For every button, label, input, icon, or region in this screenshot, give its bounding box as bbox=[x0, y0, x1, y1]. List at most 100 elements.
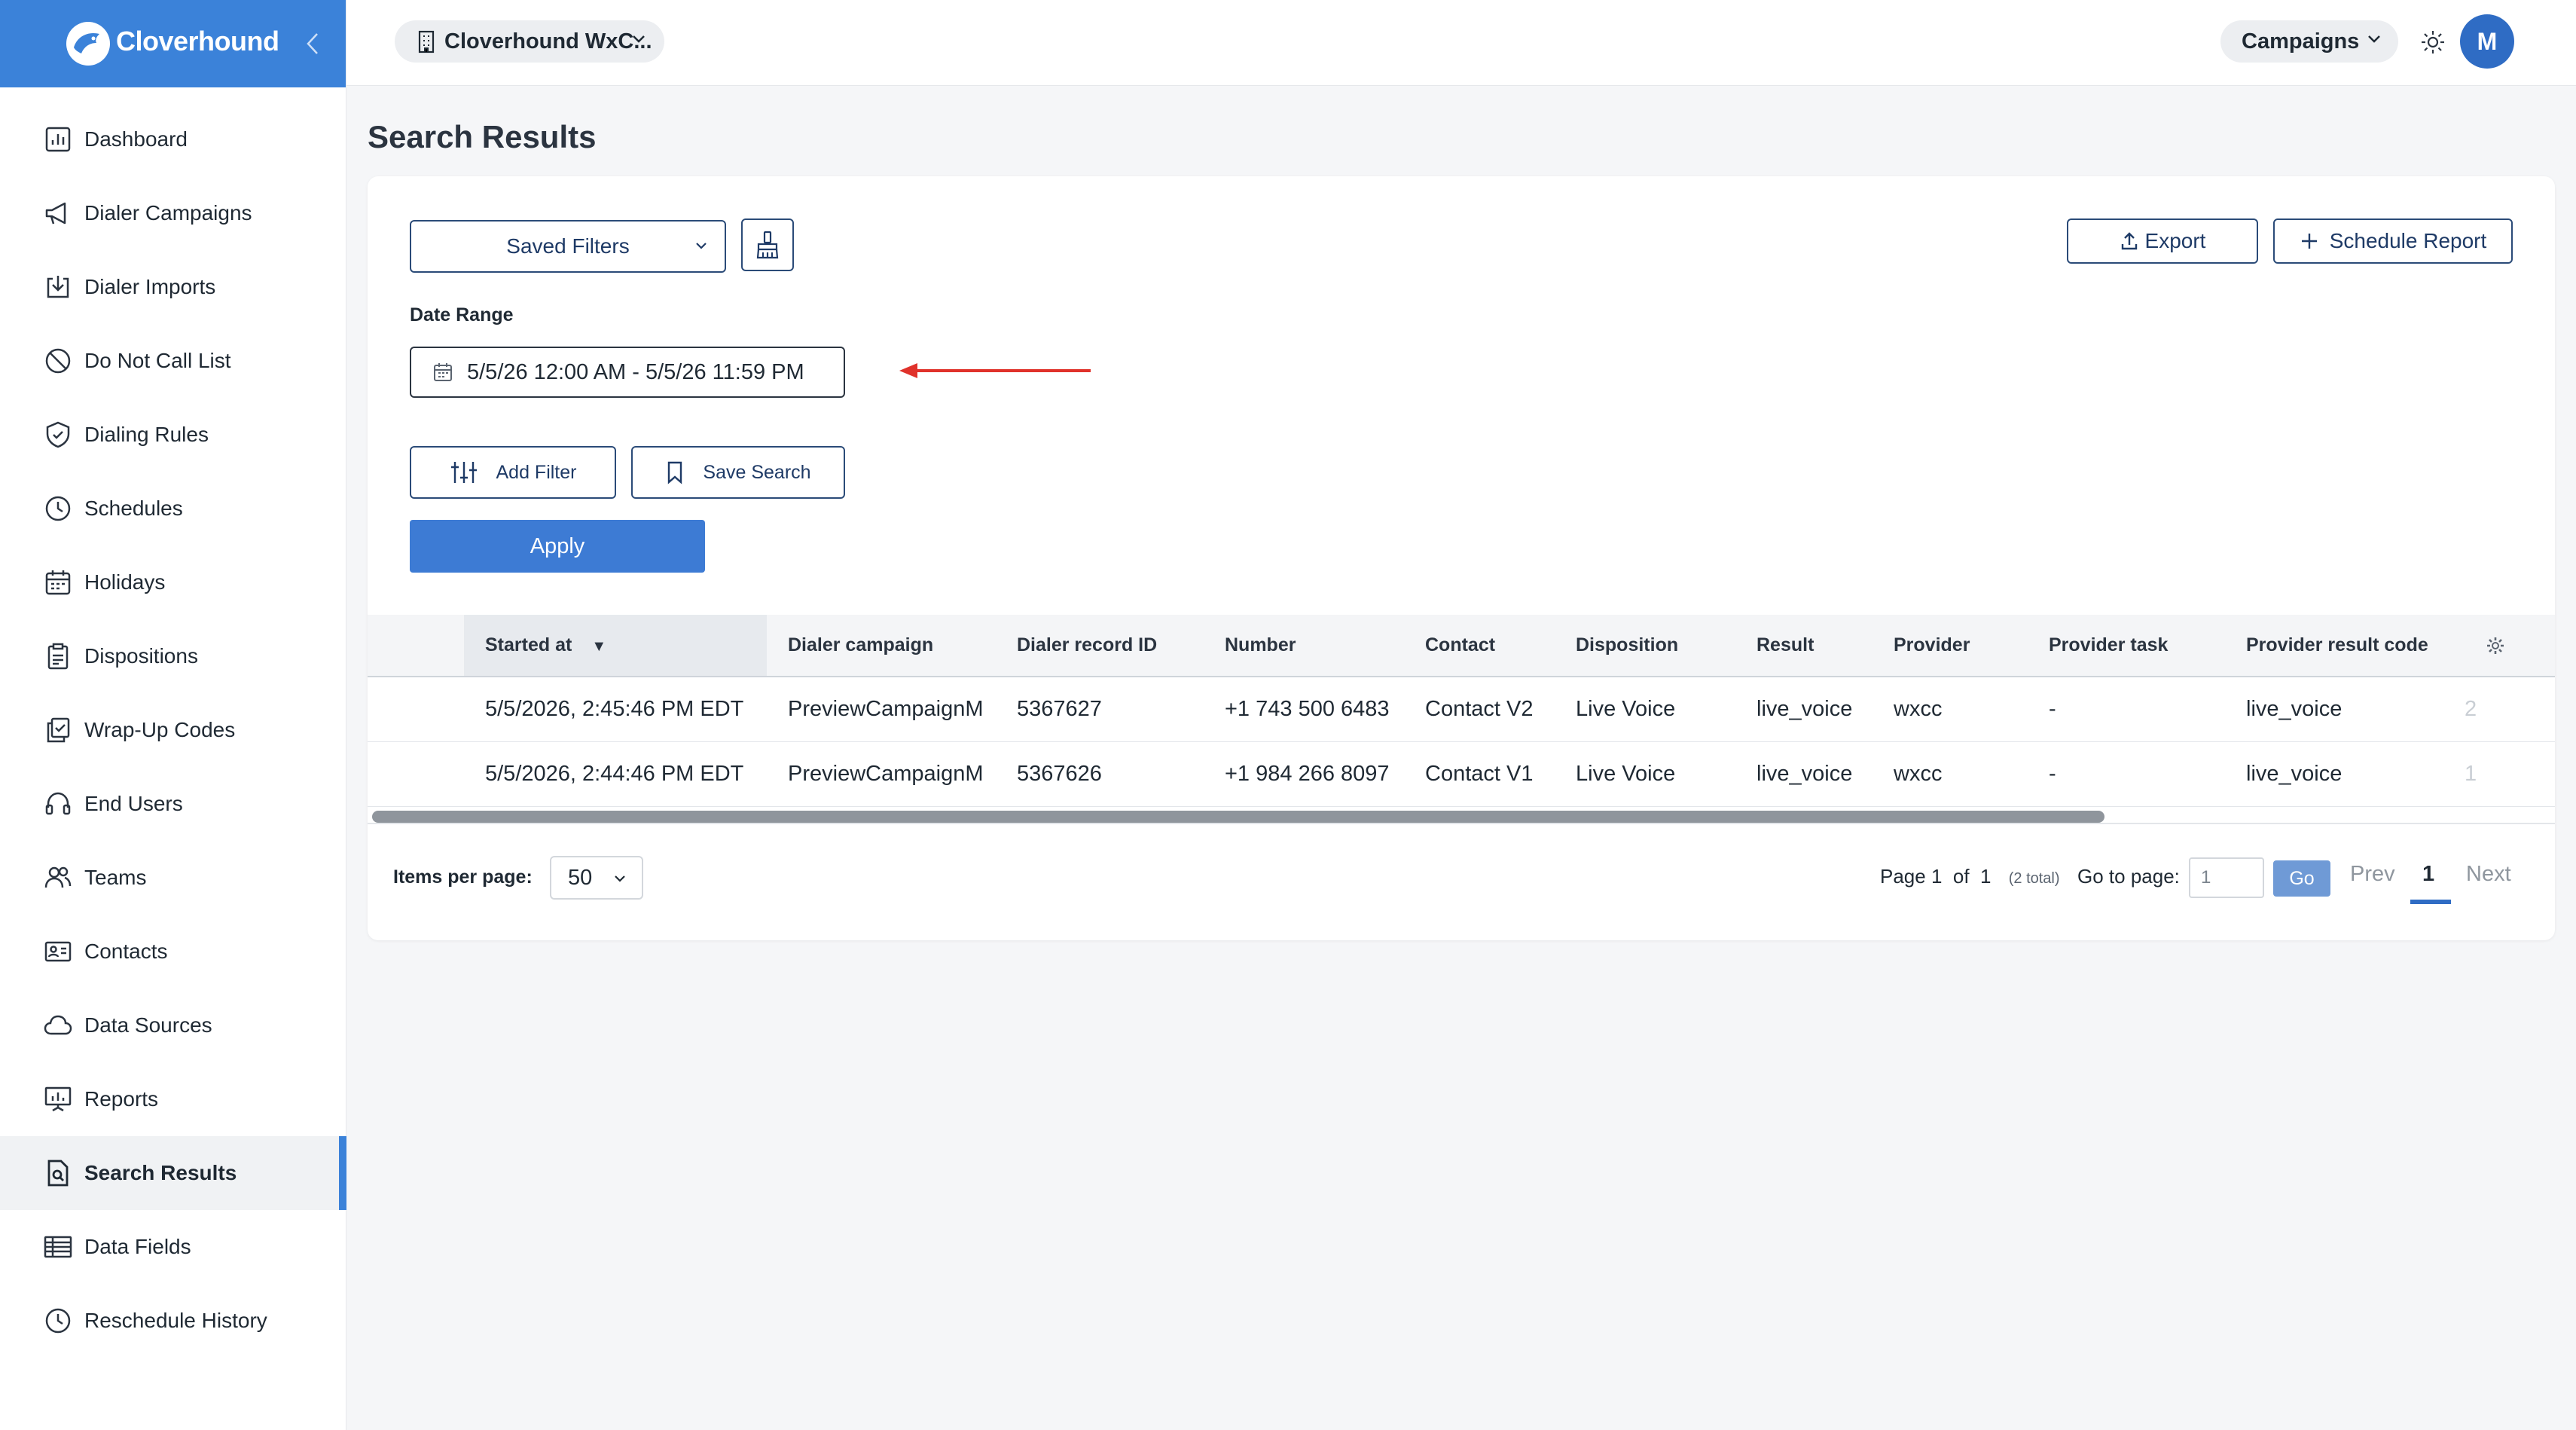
ban-icon bbox=[45, 348, 71, 374]
cell-provider-result-code: live_voice bbox=[2225, 741, 2465, 807]
column-settings[interactable] bbox=[2465, 615, 2555, 677]
table-row[interactable]: 5/5/2026, 2:45:46 PM EDT PreviewCampaign… bbox=[368, 677, 2555, 742]
go-to-page-input[interactable] bbox=[2189, 857, 2264, 898]
sidebar-item-dialer-imports[interactable]: Dialer Imports bbox=[0, 250, 346, 324]
column-header-contact[interactable]: Contact bbox=[1404, 615, 1555, 677]
bar-chart-icon bbox=[45, 127, 71, 152]
cell-disposition: Live Voice bbox=[1555, 741, 1735, 807]
prev-page-link[interactable]: Prev bbox=[2350, 862, 2395, 887]
column-header-dialer-campaign[interactable]: Dialer campaign bbox=[767, 615, 996, 677]
cell-provider: wxcc bbox=[1872, 677, 2028, 742]
column-header-disposition[interactable]: Disposition bbox=[1555, 615, 1735, 677]
horizontal-scrollbar[interactable] bbox=[372, 811, 2104, 823]
clear-filters-button[interactable] bbox=[741, 218, 794, 271]
chevron-down-icon bbox=[2368, 35, 2380, 43]
campaigns-label: Campaigns bbox=[2242, 29, 2360, 53]
clipboard-icon bbox=[47, 643, 69, 670]
column-header-provider[interactable]: Provider bbox=[1872, 615, 2028, 677]
page-number-1[interactable]: 1 bbox=[2422, 862, 2434, 887]
add-filter-button[interactable]: Add Filter bbox=[410, 446, 616, 499]
cell-truncated: 2 bbox=[2465, 677, 2555, 742]
chevron-left-icon bbox=[307, 33, 318, 54]
cloud-icon bbox=[44, 1015, 72, 1035]
go-button[interactable]: Go bbox=[2273, 860, 2330, 897]
column-header-number[interactable]: Number bbox=[1204, 615, 1404, 677]
sidebar-item-dashboard[interactable]: Dashboard bbox=[0, 102, 346, 176]
top-bar: Cloverhound WxC... Campaigns M bbox=[346, 0, 2576, 86]
shield-check-icon bbox=[46, 421, 70, 448]
sidebar-item-holidays[interactable]: Holidays bbox=[0, 545, 346, 619]
sidebar-item-end-users[interactable]: End Users bbox=[0, 767, 346, 841]
table-row[interactable]: 5/5/2026, 2:44:46 PM EDT PreviewCampaign… bbox=[368, 741, 2555, 807]
items-per-page-select[interactable]: 50 bbox=[550, 856, 643, 900]
sidebar-item-reschedule-history[interactable]: Reschedule History bbox=[0, 1284, 346, 1358]
cell-started-at: 5/5/2026, 2:44:46 PM EDT bbox=[464, 741, 767, 807]
sidebar-item-label: Dashboard bbox=[84, 127, 188, 151]
cell-result: live_voice bbox=[1735, 677, 1872, 742]
sidebar-item-label: Schedules bbox=[84, 497, 183, 520]
campaigns-menu[interactable]: Campaigns bbox=[2220, 20, 2398, 63]
organization-select[interactable]: Cloverhound WxC... bbox=[395, 20, 664, 63]
user-avatar[interactable]: M bbox=[2460, 14, 2514, 69]
cell-truncated: 1 bbox=[2465, 741, 2555, 807]
page-title: Search Results bbox=[368, 119, 597, 154]
sidebar-item-label: Search Results bbox=[84, 1161, 237, 1184]
brand-header: Cloverhound bbox=[0, 0, 346, 87]
date-range-value: 5/5/26 12:00 AM - 5/5/26 11:59 PM bbox=[467, 359, 804, 384]
sidebar-item-dispositions[interactable]: Dispositions bbox=[0, 619, 346, 693]
sidebar-item-schedules[interactable]: Schedules bbox=[0, 472, 346, 545]
chevron-down-icon bbox=[633, 35, 645, 43]
gear-icon bbox=[2487, 637, 2504, 654]
sidebar-item-label: Dialer Imports bbox=[84, 275, 216, 298]
column-header-started-at[interactable]: Started at ▼ bbox=[464, 615, 767, 677]
sidebar-item-reports[interactable]: Reports bbox=[0, 1062, 346, 1136]
sidebar-item-search-results[interactable]: Search Results bbox=[0, 1136, 346, 1210]
cell-dialer-campaign: PreviewCampaignM bbox=[767, 741, 996, 807]
column-header-dialer-record-id[interactable]: Dialer record ID bbox=[996, 615, 1204, 677]
sidebar-item-do-not-call-list[interactable]: Do Not Call List bbox=[0, 324, 346, 398]
sort-desc-icon: ▼ bbox=[591, 638, 607, 655]
calendar-icon bbox=[434, 363, 452, 381]
search-results-card: Saved Filters Export Schedule Report Dat… bbox=[368, 176, 2555, 940]
schedule-report-button[interactable]: Schedule Report bbox=[2273, 218, 2513, 264]
cell-dialer-campaign: PreviewCampaignM bbox=[767, 677, 996, 742]
sidebar-item-label: Reports bbox=[84, 1087, 159, 1111]
column-header-provider-task[interactable]: Provider task bbox=[2028, 615, 2225, 677]
current-page-indicator bbox=[2410, 900, 2451, 904]
sliders-icon bbox=[450, 462, 477, 483]
sidebar-nav: Dashboard Dialer Campaigns Dialer Import… bbox=[0, 102, 346, 1358]
collapse-sidebar-button[interactable] bbox=[301, 27, 324, 60]
sidebar-item-data-fields[interactable]: Data Fields bbox=[0, 1210, 346, 1284]
results-table-wrapper: Started at ▼ Dialer campaign Dialer recor… bbox=[368, 615, 2555, 807]
column-header-result[interactable]: Result bbox=[1735, 615, 1872, 677]
presentation-chart-icon bbox=[44, 1086, 72, 1112]
cell-contact: Contact V2 bbox=[1404, 677, 1555, 742]
table-header-row: Started at ▼ Dialer campaign Dialer recor… bbox=[368, 615, 2555, 677]
column-header-provider-result-code[interactable]: Provider result code bbox=[2225, 615, 2465, 677]
cell-provider: wxcc bbox=[1872, 741, 2028, 807]
next-page-link[interactable]: Next bbox=[2466, 862, 2511, 887]
sidebar-item-dialer-campaigns[interactable]: Dialer Campaigns bbox=[0, 176, 346, 250]
sidebar-item-dialing-rules[interactable]: Dialing Rules bbox=[0, 398, 346, 472]
sidebar: Cloverhound Dashboard Dialer Campaigns D… bbox=[0, 0, 346, 1430]
sidebar-item-label: End Users bbox=[84, 792, 183, 815]
chevron-down-icon bbox=[696, 243, 707, 249]
chevron-down-icon bbox=[615, 875, 625, 882]
sidebar-item-data-sources[interactable]: Data Sources bbox=[0, 988, 346, 1062]
schedule-report-label: Schedule Report bbox=[2329, 229, 2487, 252]
items-per-page-label: Items per page: bbox=[393, 866, 533, 888]
cell-number: +1 743 500 6483 bbox=[1204, 677, 1404, 742]
date-range-label: Date Range bbox=[410, 304, 514, 325]
sidebar-item-teams[interactable]: Teams bbox=[0, 841, 346, 915]
export-button[interactable]: Export bbox=[2067, 218, 2258, 264]
sidebar-item-contacts[interactable]: Contacts bbox=[0, 915, 346, 988]
theme-toggle-sun-icon[interactable] bbox=[2418, 27, 2448, 57]
sidebar-item-label: Contacts bbox=[84, 940, 168, 963]
saved-filters-select[interactable]: Saved Filters bbox=[410, 220, 726, 273]
save-search-button[interactable]: Save Search bbox=[631, 446, 845, 499]
sidebar-item-wrap-up-codes[interactable]: Wrap-Up Codes bbox=[0, 693, 346, 767]
date-range-input[interactable]: 5/5/26 12:00 AM - 5/5/26 11:59 PM bbox=[410, 347, 845, 398]
copy-check-icon bbox=[47, 717, 70, 743]
sidebar-item-label: Dialing Rules bbox=[84, 423, 209, 446]
apply-button[interactable]: Apply bbox=[410, 520, 705, 573]
